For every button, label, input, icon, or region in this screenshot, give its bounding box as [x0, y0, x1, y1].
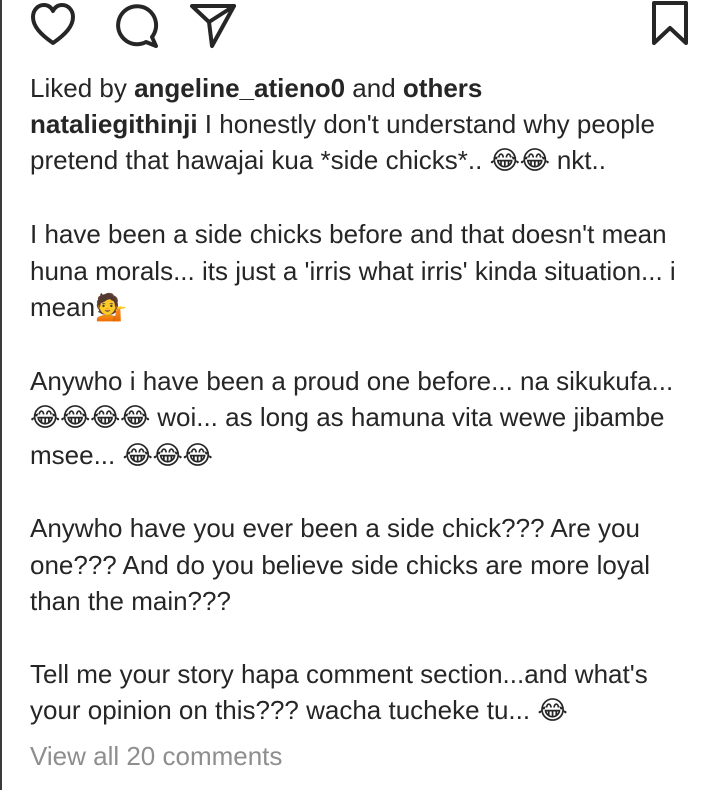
caption-paragraph: Anywho i have been a proud one before...… [30, 363, 696, 474]
caption-text: nkt.. [549, 145, 606, 176]
share-icon[interactable] [188, 0, 238, 50]
caption-paragraph: Tell me your story hapa comment section.… [30, 656, 696, 730]
caption-paragraph: Anywho have you ever been a side chick??… [30, 510, 696, 619]
post-caption: nataliegithinji I honestly don't underst… [30, 106, 696, 730]
laughing-emoji-icon: 😂 [90, 403, 121, 434]
laughing-emoji-icon: 😂 [30, 403, 61, 434]
view-all-comments-link[interactable]: View all 20 comments [30, 738, 696, 774]
post-action-bar [0, 0, 720, 50]
screen-edge [0, 0, 2, 790]
laughing-emoji-icon: 😂 [519, 146, 550, 177]
laughing-emoji-icon: 😂 [489, 146, 520, 177]
laughing-emoji-icon: 😂 [152, 440, 183, 471]
likes-others-link[interactable]: others [403, 73, 482, 103]
laughing-emoji-icon: 😂 [537, 696, 568, 727]
bookmark-icon[interactable] [650, 0, 690, 50]
laughing-emoji-icon: 😂 [120, 403, 151, 434]
likes-and: and [352, 73, 396, 103]
caption-text: Anywho i have been a proud one before...… [30, 365, 674, 396]
likes-summary: Liked by angeline_atieno0 and others [30, 70, 696, 106]
post-body: Liked by angeline_atieno0 and others nat… [30, 70, 696, 774]
liked-by-username[interactable]: angeline_atieno0 [134, 73, 345, 103]
laughing-emoji-icon: 😂 [60, 403, 91, 434]
comment-icon[interactable] [110, 0, 160, 50]
likes-prefix: Liked by [30, 73, 127, 103]
caption-username[interactable]: nataliegithinji [30, 109, 198, 139]
heart-icon[interactable] [28, 0, 78, 50]
caption-text: Anywho have you ever been a side chick??… [30, 513, 651, 617]
tipping-hand-emoji-icon: 💁 [95, 293, 128, 324]
caption-paragraph: I have been a side chicks before and tha… [30, 216, 696, 326]
laughing-emoji-icon: 😂 [182, 440, 213, 471]
caption-paragraph: nataliegithinji I honestly don't underst… [30, 106, 696, 180]
laughing-emoji-icon: 😂 [122, 440, 153, 471]
